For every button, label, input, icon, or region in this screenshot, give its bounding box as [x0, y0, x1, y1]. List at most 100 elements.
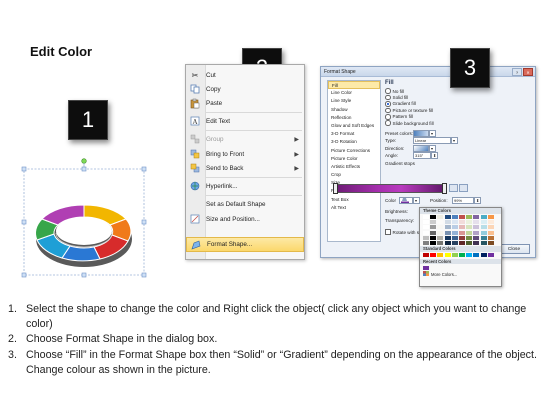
color-swatch[interactable] [458, 220, 465, 225]
color-swatch[interactable] [451, 240, 458, 245]
remove-stop-icon[interactable] [459, 184, 468, 192]
color-swatch[interactable] [466, 215, 473, 219]
color-swatch[interactable] [480, 235, 487, 240]
category-artistic-effects[interactable]: Artistic Effects [328, 163, 380, 171]
color-swatch[interactable] [487, 235, 494, 240]
color-swatch[interactable] [451, 225, 458, 230]
direction-dropdown[interactable] [413, 144, 429, 152]
radio-button[interactable] [385, 120, 391, 126]
color-swatch[interactable] [423, 220, 429, 225]
color-swatch[interactable] [430, 235, 437, 240]
category-3d-rotation[interactable]: 3-D Rotation [328, 138, 380, 146]
radio-button[interactable] [385, 94, 391, 101]
spinner-icon[interactable]: ⬍ [474, 197, 481, 205]
color-swatch[interactable] [451, 235, 458, 240]
radio-button[interactable] [385, 107, 391, 114]
color-swatch[interactable] [458, 225, 465, 230]
preset-colors-dropdown[interactable] [413, 129, 429, 137]
radio-button-selected[interactable] [385, 101, 391, 107]
color-swatch[interactable] [458, 215, 465, 219]
close-icon[interactable]: ✕ [523, 68, 533, 76]
chevron-down-icon[interactable]: ▾ [413, 197, 420, 205]
color-swatch[interactable] [466, 230, 473, 235]
color-swatch[interactable] [480, 240, 487, 245]
color-swatch[interactable] [423, 215, 429, 219]
color-swatch[interactable] [451, 220, 458, 225]
checkbox[interactable] [385, 229, 391, 235]
color-swatch[interactable] [444, 220, 451, 225]
color-swatch[interactable] [423, 230, 429, 235]
color-swatch[interactable] [423, 265, 429, 270]
color-swatch[interactable] [487, 253, 494, 258]
color-swatch[interactable] [487, 215, 494, 219]
paint-bucket-icon[interactable] [399, 197, 413, 205]
add-stop-icon[interactable] [449, 184, 458, 192]
color-swatch[interactable] [444, 240, 451, 245]
color-swatch[interactable] [444, 235, 451, 240]
category-line-color[interactable]: Line Color [328, 89, 380, 97]
color-swatch[interactable] [437, 215, 444, 219]
position-input[interactable]: 99% [452, 197, 474, 205]
menu-item-size-position[interactable]: Size and Position... [186, 212, 304, 226]
color-swatch[interactable] [451, 215, 458, 219]
radio-button[interactable] [385, 114, 391, 120]
category-glow[interactable]: Glow and Soft Edges [328, 122, 380, 130]
color-swatch[interactable] [430, 230, 437, 235]
category-alt-text[interactable]: Alt Text [328, 204, 380, 212]
more-colors-button[interactable]: More Colors... [420, 271, 501, 277]
color-swatch[interactable] [480, 215, 487, 219]
color-swatch[interactable] [423, 235, 429, 240]
color-swatch[interactable] [466, 220, 473, 225]
menu-item-hyperlink[interactable]: Hyperlink... [186, 179, 304, 193]
chevron-down-icon[interactable]: ▾ [429, 129, 436, 137]
color-swatch[interactable] [480, 230, 487, 235]
menu-item-copy[interactable]: Copy [186, 82, 304, 96]
color-swatch[interactable] [473, 225, 480, 230]
color-swatch[interactable] [458, 230, 465, 235]
category-picture-color[interactable]: Picture Color [328, 155, 380, 163]
angle-input[interactable]: 315° [413, 152, 431, 160]
color-swatch[interactable] [473, 253, 480, 258]
menu-item-group[interactable]: Group ▶ [186, 132, 304, 146]
chevron-down-icon[interactable]: ▾ [429, 144, 436, 152]
menu-item-set-default-shape[interactable]: Set as Default Shape [186, 197, 304, 211]
color-swatch[interactable] [487, 220, 494, 225]
color-swatch[interactable] [430, 240, 437, 245]
color-swatch[interactable] [437, 240, 444, 245]
color-swatch[interactable] [437, 253, 444, 258]
color-swatch[interactable] [444, 230, 451, 235]
color-swatch[interactable] [430, 253, 437, 258]
color-swatch[interactable] [480, 225, 487, 230]
close-button[interactable]: Close [498, 244, 530, 254]
help-icon[interactable]: ? [512, 68, 522, 76]
color-swatch[interactable] [473, 220, 480, 225]
color-swatch[interactable] [473, 235, 480, 240]
radio-button[interactable] [385, 88, 391, 94]
menu-item-edit-text[interactable]: A Edit Text [186, 114, 304, 128]
category-picture-corrections[interactable]: Picture Corrections [328, 147, 380, 155]
color-swatch[interactable] [458, 240, 465, 245]
color-swatch[interactable] [444, 225, 451, 230]
color-swatch[interactable] [451, 253, 458, 258]
type-select[interactable]: Linear [413, 137, 451, 145]
menu-item-bring-to-front[interactable]: Bring to Front ▶ [186, 147, 304, 161]
color-swatch[interactable] [458, 235, 465, 240]
category-reflection[interactable]: Reflection [328, 114, 380, 122]
color-swatch[interactable] [466, 225, 473, 230]
color-swatch[interactable] [430, 215, 437, 219]
color-swatch[interactable] [444, 215, 451, 219]
color-swatch[interactable] [430, 220, 437, 225]
category-crop[interactable]: Crop [328, 171, 380, 179]
color-swatch[interactable] [423, 253, 429, 258]
color-swatch[interactable] [480, 220, 487, 225]
spinner-icon[interactable]: ⬍ [431, 152, 438, 160]
category-line-style[interactable]: Line Style [328, 97, 380, 105]
gradient-stops-slider[interactable] [333, 183, 447, 194]
color-swatch[interactable] [423, 225, 429, 230]
category-3d-format[interactable]: 3-D Format [328, 130, 380, 138]
color-swatch[interactable] [437, 225, 444, 230]
color-swatch[interactable] [473, 215, 480, 219]
color-swatch[interactable] [444, 253, 451, 258]
menu-item-cut[interactable]: ✂ Cut [186, 68, 304, 82]
color-swatch[interactable] [473, 240, 480, 245]
